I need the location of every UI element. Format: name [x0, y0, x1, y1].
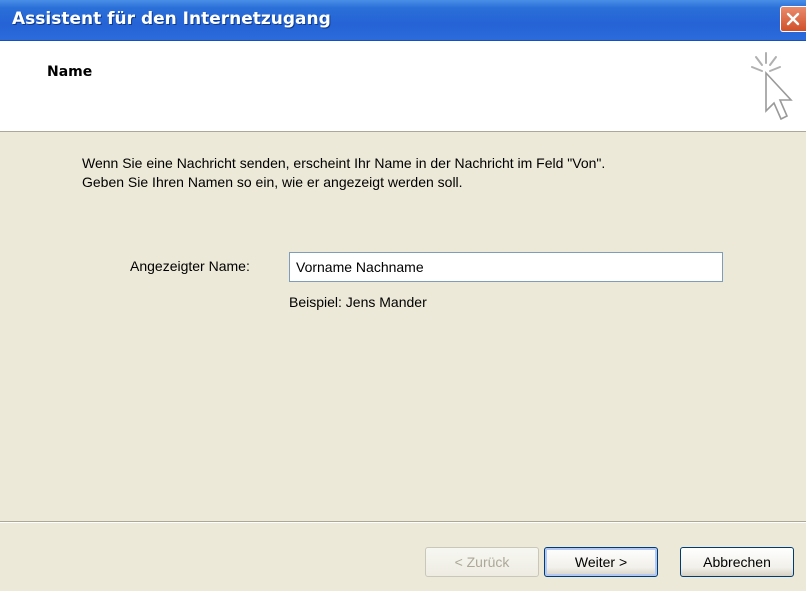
window-title: Assistent für den Internetzugang	[12, 9, 331, 29]
display-name-label: Angezeigter Name:	[130, 258, 250, 274]
footer-divider	[0, 521, 806, 523]
wizard-cursor-icon	[751, 52, 793, 121]
example-text: Beispiel: Jens Mander	[289, 294, 427, 310]
page-title: Name	[47, 64, 93, 80]
title-bar[interactable]: Assistent für den Internetzugang	[0, 0, 806, 41]
intro-line-1: Wenn Sie eine Nachricht senden, erschein…	[82, 155, 606, 171]
cancel-button[interactable]: Abbrechen	[680, 547, 794, 577]
close-button[interactable]	[780, 6, 806, 32]
intro-text: Wenn Sie eine Nachricht senden, erschein…	[82, 154, 782, 192]
back-button[interactable]: < Zurück	[425, 547, 539, 577]
next-button[interactable]: Weiter >	[544, 547, 658, 577]
intro-line-2: Geben Sie Ihren Namen so ein, wie er ang…	[82, 174, 463, 190]
display-name-input[interactable]	[289, 252, 723, 282]
close-icon	[786, 12, 800, 26]
wizard-header: Name	[0, 41, 806, 132]
